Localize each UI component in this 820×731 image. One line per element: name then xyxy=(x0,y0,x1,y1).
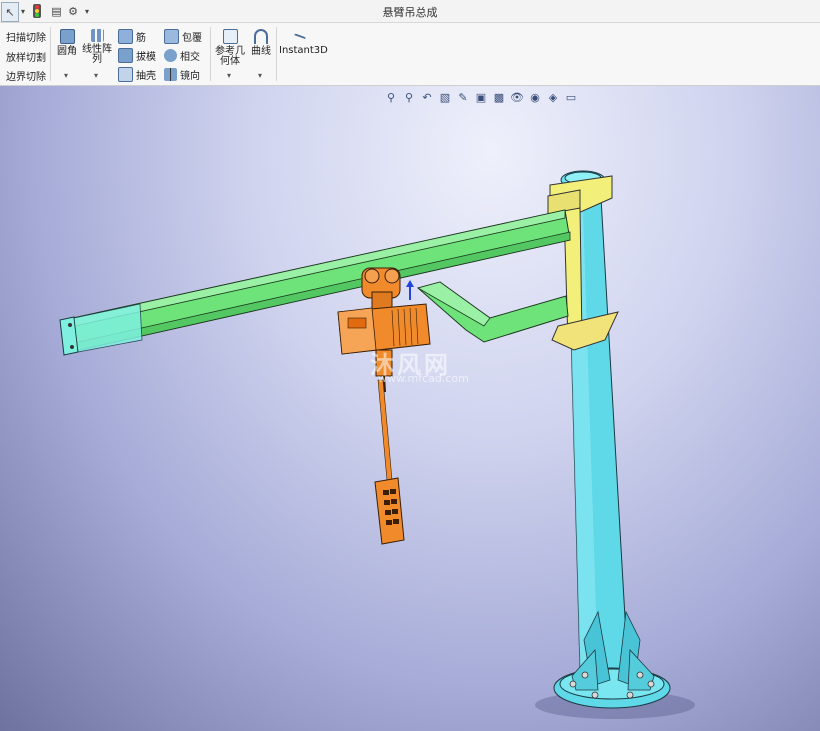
axis-triad xyxy=(406,280,414,300)
diagonal-brace xyxy=(416,281,569,343)
pendant-controller xyxy=(374,477,405,545)
pendant-cable xyxy=(377,379,393,481)
trolley xyxy=(361,267,401,311)
watermark-url: www.mfcad.com xyxy=(378,372,469,385)
